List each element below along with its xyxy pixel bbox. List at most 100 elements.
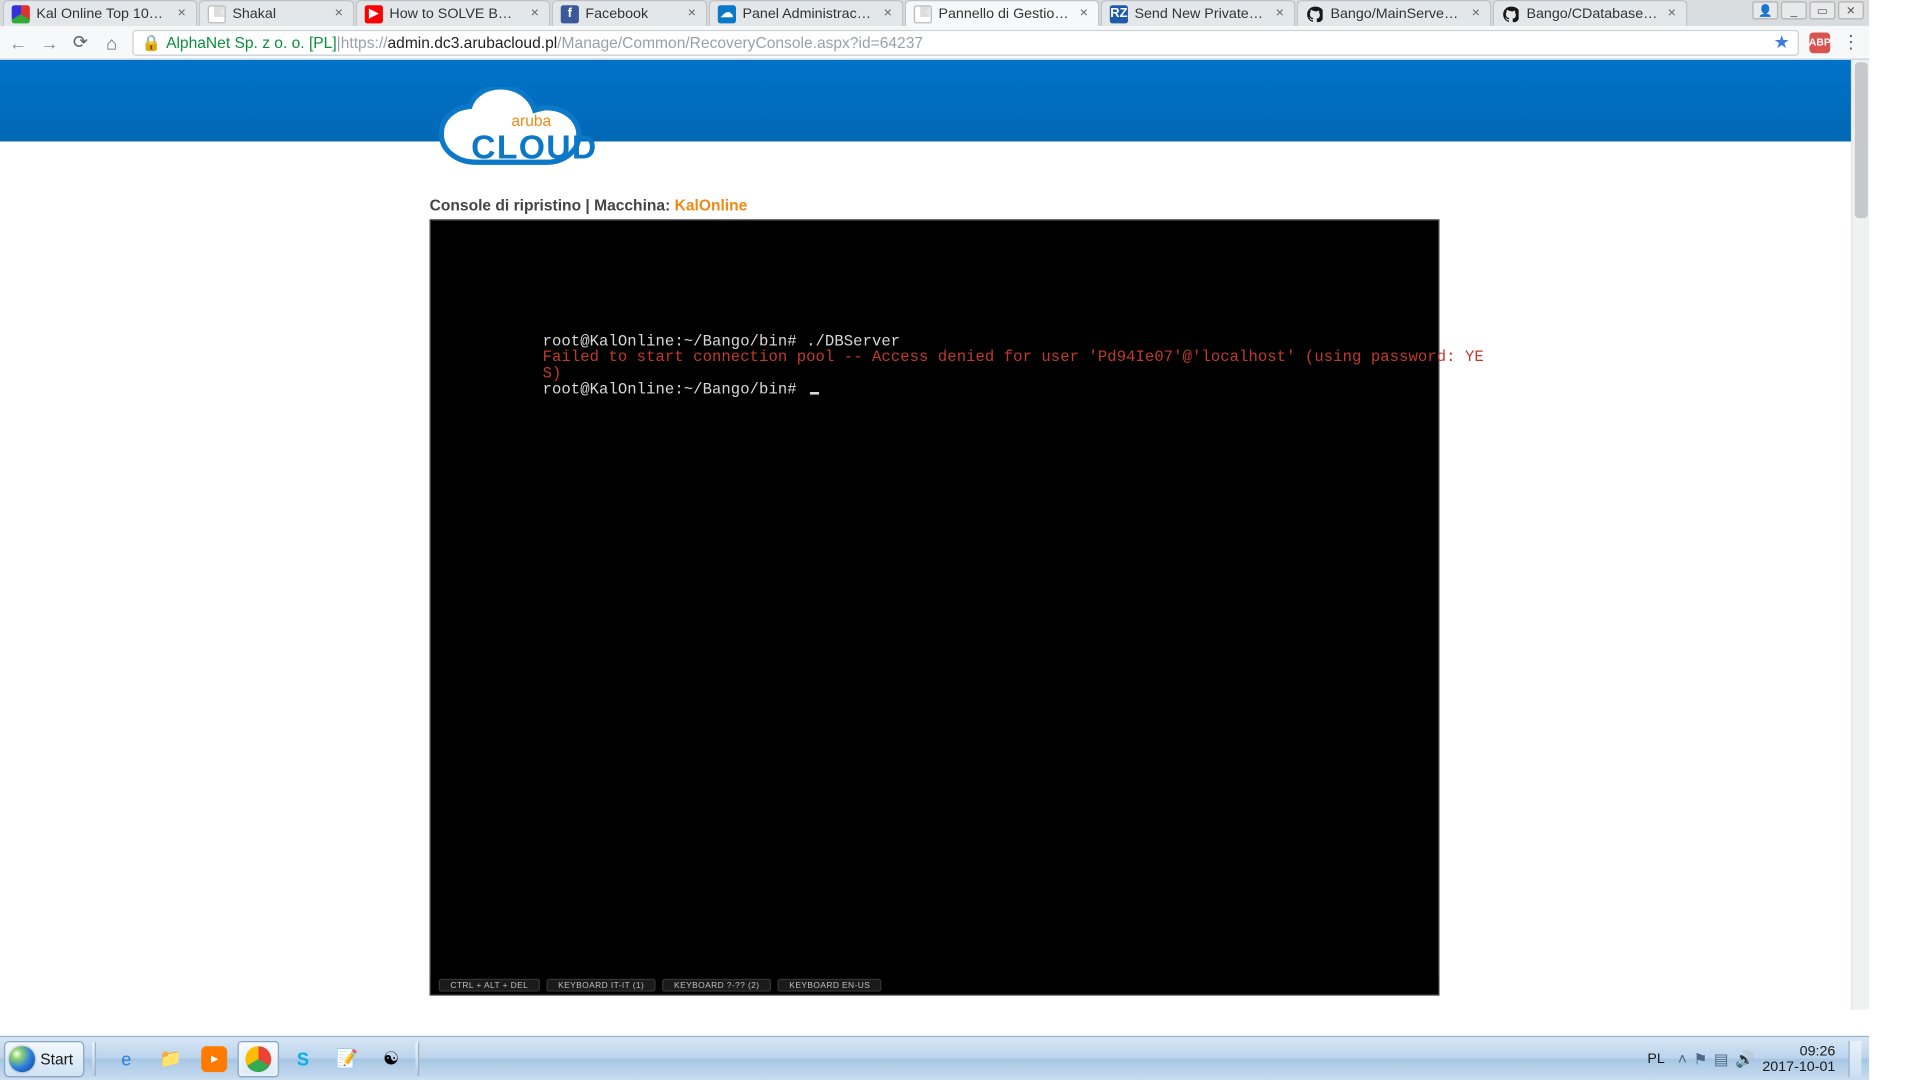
lock-icon: 🔒: [141, 33, 160, 51]
start-button[interactable]: Start: [4, 1040, 85, 1076]
rz-icon: RZ: [1110, 5, 1128, 23]
close-icon[interactable]: ×: [1273, 7, 1286, 20]
tab-github-cdatabase[interactable]: Bango/CDatabase.cpp at m ×: [1493, 0, 1688, 26]
tab-label: Bango/MainServer at mas: [1330, 6, 1462, 22]
adblock-icon[interactable]: ABP: [1809, 32, 1830, 53]
page-icon: [208, 5, 226, 23]
show-desktop-button[interactable]: [1848, 1040, 1861, 1076]
ev-badge: AlphaNet Sp. z o. o. [PL]: [166, 33, 337, 51]
close-icon[interactable]: ×: [1469, 7, 1482, 20]
youtube-icon: ▶: [365, 5, 383, 23]
caption-minimize-icon[interactable]: _: [1781, 1, 1807, 19]
close-icon[interactable]: ×: [528, 7, 541, 20]
tab-panel-admin[interactable]: ☁ Panel Administracyjny Clou ×: [709, 0, 904, 26]
close-icon[interactable]: ×: [332, 7, 345, 20]
taskbar-chrome-button[interactable]: [238, 1040, 280, 1076]
caption-maximize-icon[interactable]: ▭: [1809, 1, 1835, 19]
taskbar-ie-button[interactable]: e: [106, 1040, 148, 1076]
cloud-icon: ☁: [718, 5, 736, 23]
mediaplayer-icon: ▸: [202, 1046, 228, 1072]
network-icon[interactable]: ▤: [1714, 1049, 1729, 1067]
omnibox-host: admin.dc3.arubacloud.pl: [387, 33, 557, 51]
swirl-icon: [12, 5, 30, 23]
nav-back-button[interactable]: ←: [8, 32, 29, 53]
taskbar-separator: [93, 1042, 97, 1076]
windows-taskbar: Start e 📁 ▸ S 📝 ☯ PL ˄ ⚑ ▤ 🔊 09:26 2017-…: [0, 1036, 1869, 1080]
aruba-cloud-logo: aruba CLOUD: [430, 87, 664, 188]
close-icon[interactable]: ×: [1077, 7, 1090, 20]
tab-label: Kal Online Top 100 - Kal O: [36, 6, 168, 22]
tab-pannello-gestione[interactable]: Pannello di Gestione Cloud ×: [905, 0, 1100, 26]
bookmark-star-icon[interactable]: ★: [1774, 31, 1790, 53]
address-bar[interactable]: 🔒 AlphaNet Sp. z o. o. [PL] | https:// a…: [132, 29, 1799, 55]
tray-language[interactable]: PL: [1642, 1049, 1670, 1067]
tab-kalonline-top100[interactable]: Kal Online Top 100 - Kal O ×: [3, 0, 198, 26]
nav-reload-button[interactable]: ⟳: [70, 32, 91, 53]
folder-icon: 📁: [156, 1044, 185, 1073]
taskbar-notepad-button[interactable]: 📝: [326, 1040, 368, 1076]
taskbar-yinyang-button[interactable]: ☯: [370, 1040, 412, 1076]
close-icon[interactable]: ×: [881, 7, 894, 20]
github-icon: [1306, 5, 1324, 23]
github-icon: [1502, 5, 1520, 23]
yinyang-icon: ☯: [377, 1044, 406, 1073]
taskbar-skype-button[interactable]: S: [282, 1040, 324, 1076]
volume-icon[interactable]: 🔊: [1735, 1049, 1754, 1067]
quicklaunch: e 📁 ▸ S 📝 ☯: [106, 1040, 412, 1076]
tab-youtube[interactable]: ▶ How to SOLVE BOOT PRO ×: [356, 0, 551, 26]
close-icon[interactable]: ×: [175, 7, 188, 20]
page-content: aruba CLOUD Console di ripristino | Macc…: [430, 87, 1440, 996]
tab-send-pm[interactable]: RZ Send New Private Message ×: [1101, 0, 1296, 26]
tab-github-mainserver[interactable]: Bango/MainServer at mas ×: [1297, 0, 1492, 26]
os-window-controls: 👤 _ ▭ ✕: [1752, 1, 1864, 19]
facebook-icon: f: [561, 5, 579, 23]
kvm-button-bar: CTRL + ALT + DEL KEYBOARD IT-IT (1) KEYB…: [431, 976, 1438, 994]
scroll-thumb[interactable]: [1855, 62, 1868, 218]
windows-orb-icon: [9, 1046, 35, 1072]
recovery-console[interactable]: root@KalOnline:~/Bango/bin# ./DBServer F…: [430, 219, 1440, 995]
flag-icon[interactable]: ⚑: [1693, 1049, 1707, 1067]
tray-icons[interactable]: ˄ ⚑ ▤ 🔊: [1678, 1049, 1755, 1067]
kvm-ctrl-alt-del-button[interactable]: CTRL + ALT + DEL: [439, 979, 540, 992]
nav-forward-button[interactable]: →: [39, 32, 60, 53]
nav-home-button[interactable]: ⌂: [101, 32, 122, 53]
kvm-keyboard-it-button[interactable]: KEYBOARD IT-IT (1): [546, 979, 655, 992]
tray-clock[interactable]: 09:26 2017-10-01: [1762, 1043, 1835, 1074]
notepad-icon: 📝: [333, 1044, 362, 1073]
skype-icon: S: [289, 1044, 318, 1073]
system-tray: PL ˄ ⚑ ▤ 🔊 09:26 2017-10-01: [1642, 1037, 1869, 1080]
logo-text-bottom: CLOUD: [471, 128, 597, 166]
kvm-keyboard-en-button[interactable]: KEYBOARD EN-US: [778, 979, 882, 992]
taskbar-explorer-button[interactable]: 📁: [150, 1040, 192, 1076]
omnibox-path: /Manage/Common/RecoveryConsole.aspx?id=6…: [557, 33, 923, 51]
tab-label: Send New Private Message: [1134, 6, 1266, 22]
tab-label: Shakal: [232, 6, 325, 22]
crumb-prefix: Console di ripristino | Macchina:: [430, 196, 675, 214]
ie-icon: e: [112, 1044, 141, 1073]
toolbar-right: ABP ⋮: [1809, 32, 1861, 53]
terminal-output: root@KalOnline:~/Bango/bin# ./DBServer F…: [543, 317, 1413, 414]
tab-label: Panel Administracyjny Clou: [742, 6, 874, 22]
tray-chevron-icon[interactable]: ˄: [1678, 1049, 1687, 1067]
close-icon[interactable]: ×: [685, 7, 698, 20]
taskbar-mediaplayer-button[interactable]: ▸: [194, 1040, 236, 1076]
page-viewport: aruba CLOUD Console di ripristino | Macc…: [0, 60, 1869, 1010]
term-error: Failed to start connection pool -- Acces…: [543, 348, 1484, 366]
chrome-icon: [246, 1046, 272, 1072]
browser-toolbar: ← → ⟳ ⌂ 🔒 AlphaNet Sp. z o. o. [PL] | ht…: [0, 26, 1869, 60]
close-icon[interactable]: ×: [1665, 7, 1678, 20]
omnibox-scheme: https://: [341, 33, 388, 51]
page-scrollbar[interactable]: [1851, 60, 1869, 1010]
start-label: Start: [40, 1049, 73, 1067]
browser-tabstrip: Kal Online Top 100 - Kal O × Shakal × ▶ …: [0, 0, 1869, 26]
tray-date: 2017-10-01: [1762, 1059, 1835, 1075]
machine-name: KalOnline: [675, 196, 748, 214]
tab-label: How to SOLVE BOOT PRO: [389, 6, 521, 22]
caption-close-icon[interactable]: ✕: [1838, 1, 1864, 19]
tab-shakal[interactable]: Shakal ×: [199, 0, 355, 26]
tab-facebook[interactable]: f Facebook ×: [552, 0, 708, 26]
page-icon: [914, 5, 932, 23]
tab-label: Pannello di Gestione Cloud: [938, 6, 1070, 22]
chrome-menu-button[interactable]: ⋮: [1841, 32, 1862, 53]
kvm-keyboard-2-button[interactable]: KEYBOARD ?-?? (2): [662, 979, 771, 992]
